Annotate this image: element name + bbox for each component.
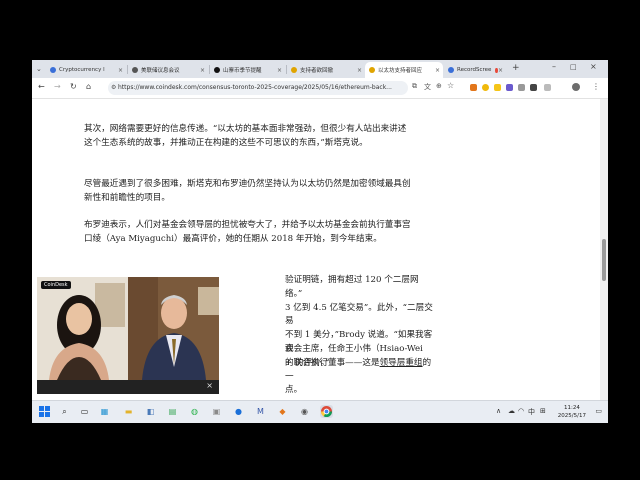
search-icon[interactable]: ⌕	[58, 405, 71, 418]
article-line: 验证明链，拥有超过 120 个二层网络。”	[285, 275, 419, 299]
profile-avatar[interactable]	[572, 83, 580, 91]
article-paragraph-partial: 会会主席，任命王小伟（Hsiao-Wei 的联合执行董事——这是领导层重组的一 …	[285, 343, 435, 398]
app-icon[interactable]: M	[254, 405, 267, 418]
tab-favicon	[291, 67, 297, 73]
app-icon[interactable]: ▣	[210, 405, 223, 418]
video-speaker-left: CoinDesk	[37, 277, 128, 380]
close-icon[interactable]: ×	[435, 67, 440, 74]
speaker-left-image	[37, 277, 128, 380]
tab-label: 以太坊支持者回应	[378, 68, 423, 74]
notification-icon[interactable]: ▭	[595, 407, 602, 415]
article-page: 其次，网络需要更好的信息传递。“以太坊的基本面非常强劲，但很少有人站出来讲述这个…	[32, 99, 608, 400]
tab-recordscreen[interactable]: RecordScree ×	[444, 62, 506, 78]
tab-label: 美联储议息会议	[141, 68, 180, 74]
browser-toolbar: ← → ↻ ⌂ ⚙ https://www.coindesk.com/conse…	[32, 78, 608, 99]
tab-label: 山寨币季节提醒	[223, 68, 262, 74]
reload-icon[interactable]: ↻	[70, 82, 77, 91]
app-icon[interactable]: ◧	[144, 405, 157, 418]
coindesk-logo: CoinDesk	[41, 281, 71, 289]
widgets-icon[interactable]: ▦	[98, 405, 111, 418]
windows-taskbar: ⌕ ▭ ▦ ▬ ◧ ▤ ◍ ▣ ● M ◆ ◉ ∧ ☁ ◠ 中 ⊞ 11:24 …	[32, 400, 608, 423]
close-icon[interactable]: ×	[200, 67, 205, 74]
zoom-icon[interactable]: ⊕	[436, 82, 442, 90]
windows-start-icon[interactable]	[38, 405, 51, 418]
close-icon[interactable]: ×	[277, 67, 282, 74]
extension-icon[interactable]	[482, 84, 489, 91]
tab-search-icon[interactable]: ⌄	[36, 65, 42, 73]
scrollbar-thumb[interactable]	[602, 239, 606, 281]
app-icon[interactable]: ▤	[166, 405, 179, 418]
tab-label: Cryptocurrency l	[59, 67, 105, 73]
tab-favicon	[50, 67, 56, 73]
puzzle-extensions-icon[interactable]	[544, 84, 551, 91]
tray-icon[interactable]: ☁	[508, 407, 515, 415]
tab-label: RecordScree	[457, 67, 492, 73]
app-icon[interactable]: ●	[232, 405, 245, 418]
minimize-icon[interactable]: –	[552, 62, 556, 71]
new-tab-icon[interactable]: +	[512, 63, 520, 73]
article-line: 点。	[285, 385, 303, 396]
tab-strip: ⌄ Cryptocurrency l × 美联储议息会议 × 山寨币季节提醒 ×…	[32, 60, 608, 78]
video-speaker-right	[128, 277, 219, 380]
extension-icon[interactable]	[506, 84, 513, 91]
window-close-icon[interactable]: ×	[590, 62, 597, 71]
close-icon[interactable]: ×	[357, 67, 362, 74]
tray-chevron-icon[interactable]: ∧	[496, 407, 501, 415]
article-line: 的联合执行董事——这是领导层重组的一	[285, 357, 435, 385]
article-paragraph: 其次，网络需要更好的信息传递。“以太坊的基本面非常强劲，但很少有人站出来讲述这个…	[84, 124, 407, 148]
app-icon[interactable]: ◍	[188, 405, 201, 418]
back-icon[interactable]: ←	[38, 82, 45, 91]
maximize-icon[interactable]: □	[570, 63, 577, 71]
home-icon[interactable]: ⌂	[86, 82, 91, 91]
article-paragraph: 布罗迪表示，人们对基金会领导层的担忧被夸大了，并给予以太坊基金会前执行董事宫口绫…	[84, 220, 411, 244]
ime-indicator[interactable]: 中	[528, 407, 535, 417]
address-bar[interactable]: ⚙ https://www.coindesk.com/consensus-tor…	[108, 81, 408, 95]
chrome-icon[interactable]	[320, 405, 333, 418]
close-icon[interactable]: ×	[206, 381, 213, 390]
ime-mode-icon[interactable]: ⊞	[540, 407, 546, 415]
bookmark-star-icon[interactable]: ☆	[447, 81, 454, 90]
url-text: https://www.coindesk.com/consensus-toron…	[118, 84, 392, 91]
camera-icon[interactable]: ◉	[298, 405, 311, 418]
translate-icon[interactable]: 文	[424, 82, 431, 92]
leadership-restructure-link[interactable]: 领导层重组	[380, 358, 423, 368]
clock-date: 2025/5/17	[557, 413, 586, 419]
tab-supporters[interactable]: 支持者欲回撤 ×	[287, 62, 365, 78]
app-icon[interactable]: ◆	[276, 405, 289, 418]
tab-altcoin[interactable]: 山寨币季节提醒 ×	[210, 62, 285, 78]
task-view-icon[interactable]: ▭	[78, 405, 91, 418]
forward-icon[interactable]: →	[54, 82, 61, 91]
tab-favicon	[448, 67, 454, 73]
metamask-extension-icon[interactable]	[470, 84, 477, 91]
menu-icon[interactable]: ⋮	[592, 82, 600, 91]
tab-favicon	[132, 67, 138, 73]
video-control-bar: ×	[37, 380, 219, 394]
article-line: 会会主席，任命王小伟（Hsiao-Wei	[285, 344, 423, 354]
video-overlay[interactable]: CoinDesk ×	[37, 277, 219, 394]
tab-fed-meeting[interactable]: 美联储议息会议 ×	[128, 62, 208, 78]
clock-time: 11:24	[563, 405, 580, 411]
article-line: 3 亿到 4.5 亿笔交易”。此外，“二层交易	[285, 302, 433, 327]
page-scrollbar[interactable]	[600, 99, 608, 400]
tab-favicon	[369, 67, 375, 73]
site-info-icon[interactable]: ⚙	[111, 81, 116, 95]
install-icon[interactable]: ⧉	[412, 82, 417, 91]
system-clock[interactable]: 11:24 2025/5/17	[558, 404, 586, 420]
browser-window: ⌄ Cryptocurrency l × 美联储议息会议 × 山寨币季节提醒 ×…	[32, 60, 608, 423]
close-icon[interactable]: ×	[118, 67, 123, 74]
tab-cryptocurrency[interactable]: Cryptocurrency l ×	[46, 62, 126, 78]
tab-favicon	[214, 67, 220, 73]
wifi-icon[interactable]: ◠	[518, 407, 524, 415]
tab-label: 支持者欲回撤	[300, 68, 334, 74]
close-icon[interactable]: ×	[498, 67, 503, 74]
extension-icon[interactable]	[494, 84, 501, 91]
extension-icon[interactable]	[530, 84, 537, 91]
article-paragraph: 尽管最近遇到了很多困难，斯塔克和布罗迪仍然坚持认为以太坊仍然是加密领域最具创新性…	[84, 179, 411, 203]
extension-icon[interactable]	[518, 84, 525, 91]
tab-ethereum-active[interactable]: 以太坊支持者回应 ×	[365, 62, 443, 78]
article-text: 的联合执行董事——这是	[285, 357, 380, 368]
speaker-right-image	[128, 277, 219, 380]
file-explorer-icon[interactable]: ▬	[122, 405, 135, 418]
